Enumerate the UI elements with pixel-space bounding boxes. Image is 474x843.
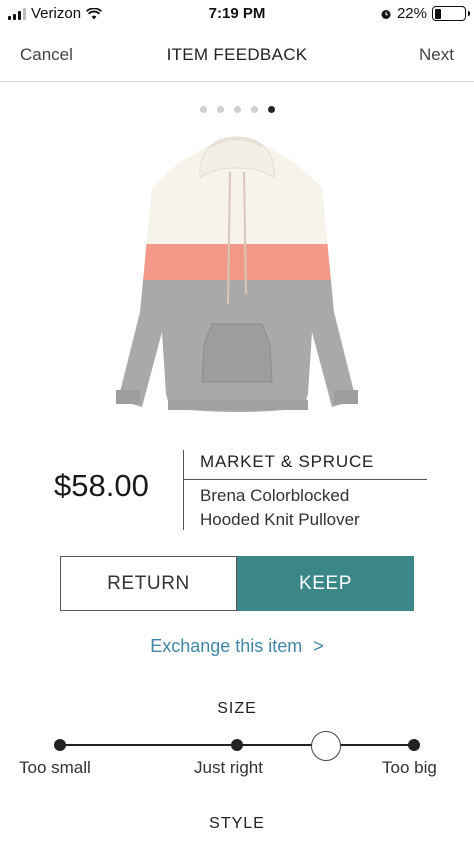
info-divider-vertical: [183, 450, 184, 530]
battery-percent: 22%: [396, 5, 427, 22]
carousel-indicator[interactable]: [0, 106, 474, 113]
carousel-dot[interactable]: [216, 106, 224, 113]
status-bar: Verizon 7:19 PM 22%: [0, 0, 474, 30]
product-name-line1: Brena Colorblocked: [200, 486, 350, 505]
size-option-just-right: Just right: [194, 758, 263, 777]
product-name: Brena Colorblocked Hooded Knit Pullover: [200, 484, 360, 532]
exchange-link[interactable]: Exchange this item >: [0, 636, 474, 657]
exchange-link-label: Exchange this item: [150, 636, 303, 656]
product-brand: MARKET & SPRUCE: [200, 452, 375, 471]
status-right: 22%: [380, 5, 470, 22]
return-button[interactable]: RETURN: [60, 556, 237, 611]
size-tick-too-small[interactable]: [54, 739, 66, 751]
cancel-button[interactable]: Cancel: [20, 45, 73, 65]
carousel-dot[interactable]: [199, 106, 207, 113]
chevron-right-icon: >: [313, 636, 324, 656]
product-image: [116, 136, 358, 412]
carousel-dot[interactable]: [233, 106, 241, 113]
alarm-icon: [381, 9, 391, 19]
size-tick-too-big[interactable]: [408, 739, 420, 751]
next-button[interactable]: Next: [419, 45, 454, 65]
battery-icon: [432, 6, 470, 21]
keep-button[interactable]: KEEP: [237, 556, 414, 611]
style-label: STYLE: [209, 815, 265, 832]
size-tick-just-right[interactable]: [231, 739, 243, 751]
carousel-dot[interactable]: [250, 106, 258, 113]
size-option-too-small: Too small: [19, 758, 91, 777]
carousel-dot[interactable]: [267, 106, 275, 113]
nav-bar: Cancel ITEM FEEDBACK Next: [0, 30, 474, 82]
product-price: $58.00: [54, 468, 149, 503]
size-slider-handle[interactable]: [311, 731, 341, 761]
product-name-line2: Hooded Knit Pullover: [200, 510, 360, 529]
info-divider-horizontal: [183, 479, 427, 480]
size-label: SIZE: [217, 700, 257, 717]
size-option-too-big: Too big: [382, 758, 437, 777]
